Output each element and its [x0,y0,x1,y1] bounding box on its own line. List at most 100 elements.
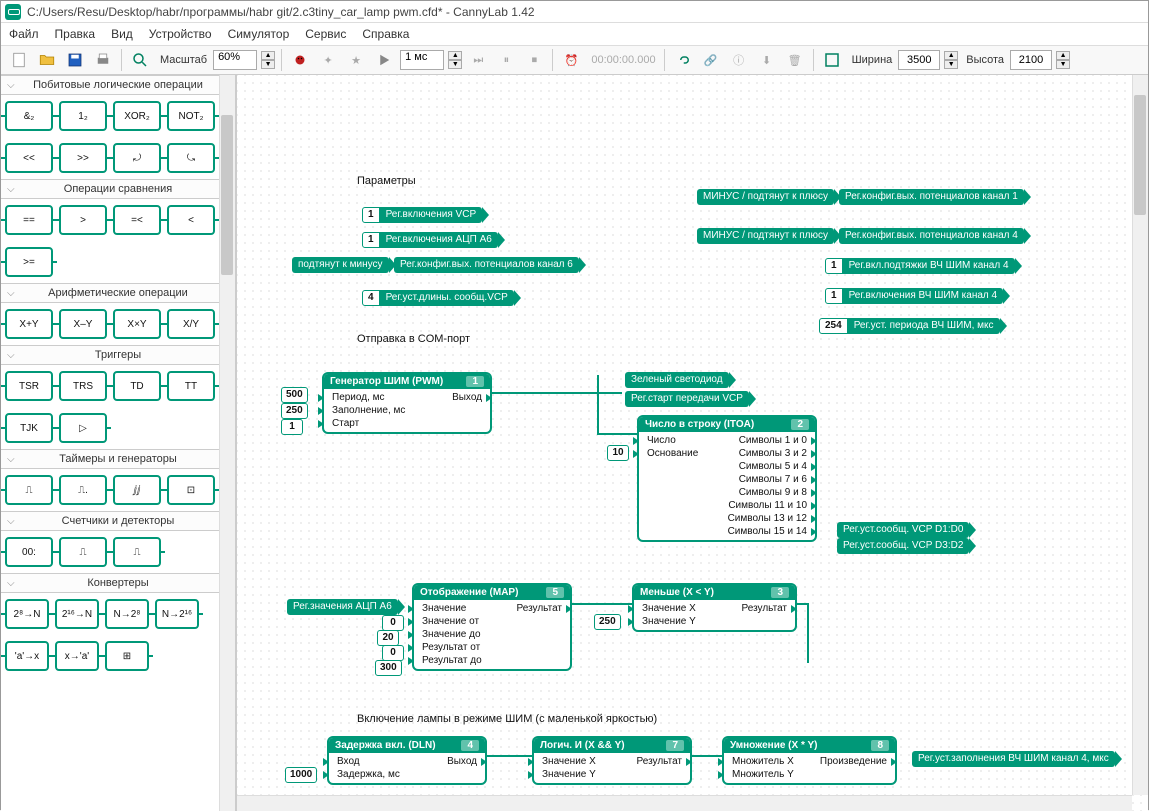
blk-add[interactable]: X+Y [5,309,53,339]
zoom-select[interactable]: 60% [213,50,257,70]
block-and[interactable]: Логич. И (X && Y)7 Значение XРезультат З… [532,736,692,785]
wire-vcp-start[interactable]: Рег.старт передачи VCP [625,391,749,407]
map-to-val[interactable]: 20 [377,630,399,646]
trash-icon[interactable]: 🗑 [783,48,807,72]
blk-and[interactable]: &₂ [5,101,53,131]
wire-vcp-d3d2[interactable]: Рег.уст.сообщ. VCP D3:D2 [837,538,969,554]
blk-trs[interactable]: TRS [59,371,107,401]
blk-cv4[interactable]: N→2¹⁶ [155,599,199,629]
map-from-val[interactable]: 0 [382,615,404,631]
canvas-scrollbar-vertical[interactable] [1132,75,1148,795]
blk-div[interactable]: X/Y [167,309,215,339]
blk-ge[interactable]: =< [113,205,161,235]
blk-ror[interactable]: ⤿ [167,143,215,173]
cat-bitwise[interactable]: ⌵Побитовые логические операции [1,75,235,95]
param-pwm-period[interactable]: 254Рег.уст. периода ВЧ ШИМ, мкс [819,318,1000,334]
timestep-select[interactable]: 1 мс [400,50,444,70]
new-file-icon[interactable] [7,48,31,72]
cat-timers[interactable]: ⌵Таймеры и генераторы [1,449,235,469]
blk-tm3[interactable]: ⅉⅉ [113,475,161,505]
blk-tjk[interactable]: TJK [5,413,53,443]
blk-ct1[interactable]: 00: [5,537,53,567]
play-icon[interactable] [372,48,396,72]
block-dln[interactable]: Задержка вкл. (DLN)4 ВходВыход Задержка,… [327,736,487,785]
blk-tm2[interactable]: ⎍. [59,475,107,505]
dln-delay-val[interactable]: 1000 [285,767,317,783]
wire-adc[interactable]: Рег.значения АЦП А6 [287,599,398,615]
blk-tt[interactable]: TT [167,371,215,401]
menu-view[interactable]: Вид [111,27,133,41]
blk-mul[interactable]: X×Y [113,309,161,339]
pwm-start-val[interactable]: 1 [281,419,303,435]
menu-device[interactable]: Устройство [149,27,212,41]
blk-tsr[interactable]: TSR [5,371,53,401]
pwm-period-val[interactable]: 500 [281,387,308,403]
pwm-fill-val[interactable]: 250 [281,403,308,419]
bug-icon[interactable] [288,48,312,72]
menu-file[interactable]: Файл [9,27,39,41]
blk-cv1[interactable]: 2⁸→N [5,599,49,629]
param-pwm-ch4-en[interactable]: 1Рег.включения ВЧ ШИМ канал 4 [825,288,1003,304]
blk-tm1[interactable]: ⎍ [5,475,53,505]
wire-vcp-d1d0[interactable]: Рег.уст.сообщ. VCP D1:D0 [837,522,969,538]
param-ch4-cfg[interactable]: Рег.конфиг.вых. потенциалов канал 4 [839,228,1024,244]
cat-conv[interactable]: ⌵Конвертеры [1,573,235,593]
diagram-canvas[interactable]: Параметры Отправка в COM-порт Включение … [237,75,1148,811]
unlink-icon[interactable]: 🔗 [699,48,723,72]
clock-icon[interactable]: ⏰ [559,48,583,72]
step-fwd-icon[interactable]: ⏭ [466,48,490,72]
menu-service[interactable]: Сервис [305,27,346,41]
height-spin[interactable]: ▲▼ [1056,51,1070,69]
sidebar-scrollbar[interactable] [219,75,235,811]
blk-lt[interactable]: < [167,205,215,235]
blk-gt[interactable]: > [59,205,107,235]
blk-cv2[interactable]: 2¹⁶→N [55,599,99,629]
search-icon[interactable] [128,48,152,72]
cat-counters[interactable]: ⌵Счетчики и детекторы [1,511,235,531]
menu-help[interactable]: Справка [362,27,409,41]
less-y-val[interactable]: 250 [594,614,621,630]
block-pwm[interactable]: Генератор ШИМ (PWM)1 Период, мсВыход Зап… [322,372,492,434]
info-icon[interactable]: ⓘ [727,48,751,72]
blk-cv3[interactable]: N→2⁸ [105,599,149,629]
block-less[interactable]: Меньше (X < Y)3 Значение XРезультат Знач… [632,583,797,632]
link-icon[interactable] [671,48,695,72]
wand-icon[interactable]: ✦ [316,48,340,72]
blk-buf[interactable]: ▷ [59,413,107,443]
map-rfrom-val[interactable]: 0 [382,645,404,661]
param-vcp-len[interactable]: 4Рег.уст.длины. сообщ.VCP [362,290,514,306]
blk-sub[interactable]: X–Y [59,309,107,339]
blk-eq[interactable]: == [5,205,53,235]
star-icon[interactable]: ★ [344,48,368,72]
cat-trig[interactable]: ⌵Триггеры [1,345,235,365]
print-icon[interactable] [91,48,115,72]
blk-ct2[interactable]: ⎍ [59,537,107,567]
block-mul[interactable]: Умножение (X * Y)8 Множитель XПроизведен… [722,736,897,785]
fit-icon[interactable] [820,48,844,72]
width-input[interactable] [898,50,940,70]
pause-icon[interactable]: ⏸ [494,48,518,72]
param-pull-ch4[interactable]: 1Рег.вкл.подтяжки ВЧ ШИМ канал 4 [825,258,1015,274]
block-map[interactable]: Отображение (MAP)5 ЗначениеРезультат Зна… [412,583,572,671]
blk-ct3[interactable]: ⎍ [113,537,161,567]
param-ch6-cfg[interactable]: Рег.конфиг.вых. потенциалов канал 6 [394,257,579,273]
zoom-spin[interactable]: ▲▼ [261,51,275,69]
map-rto-val[interactable]: 300 [375,660,402,676]
timestep-spin[interactable]: ▲▼ [448,51,462,69]
param-minus-plus-1[interactable]: МИНУС / подтянут к плюсу [697,189,834,205]
blk-cv7[interactable]: ⊞ [105,641,149,671]
blk-ge2[interactable]: >= [5,247,53,277]
blk-not[interactable]: NOT₂ [167,101,215,131]
blk-or[interactable]: 1₂ [59,101,107,131]
blk-shl[interactable]: << [5,143,53,173]
param-pull-minus[interactable]: подтянут к минусу [292,257,389,273]
param-ch1-cfg[interactable]: Рег.конфиг.вых. потенциалов канал 1 [839,189,1024,205]
blk-rol[interactable]: ⤾ [113,143,161,173]
menu-simulator[interactable]: Симулятор [228,27,290,41]
cat-compare[interactable]: ⌵Операции сравнения [1,179,235,199]
download-icon[interactable]: ⬇ [755,48,779,72]
save-icon[interactable] [63,48,87,72]
param-minus-plus-4[interactable]: МИНУС / подтянут к плюсу [697,228,834,244]
wire-pwm-fill[interactable]: Рег.уст.заполнения ВЧ ШИМ канал 4, мкс [912,751,1115,767]
menu-edit[interactable]: Правка [55,27,96,41]
